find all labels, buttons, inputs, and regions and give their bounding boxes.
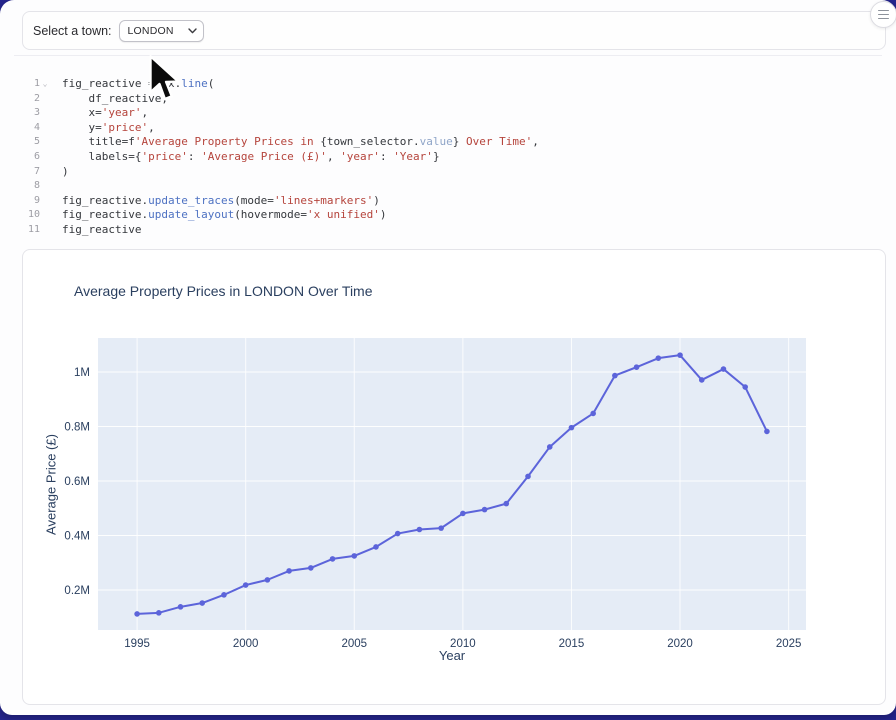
town-selector-label: Select a town: <box>33 24 112 38</box>
code-line: 4 y='price', <box>14 121 874 136</box>
code-line: 10fig_reactive.update_layout(hovermode='… <box>14 208 874 223</box>
code-line: 3 x='year', <box>14 106 874 121</box>
hamburger-icon <box>878 10 889 20</box>
chevron-down-icon <box>188 28 197 34</box>
chart-output-cell: Average Property Prices in LONDON Over T… <box>22 249 886 705</box>
code-line: 6 labels={'price': 'Average Price (£)', … <box>14 150 874 165</box>
svg-text:0.2M: 0.2M <box>64 585 90 597</box>
code-line: 2 df_reactive, <box>14 92 874 107</box>
town-select-dropdown[interactable]: LONDON <box>119 20 204 42</box>
code-line: 1⌄fig_reactive = px.line( <box>14 77 874 92</box>
y-axis-title: Average Price (£) <box>44 339 59 631</box>
code-line: 9fig_reactive.update_traces(mode='lines+… <box>14 194 874 209</box>
mouse-cursor-icon <box>147 54 181 102</box>
code-line: 8 <box>14 179 874 194</box>
svg-text:0.4M: 0.4M <box>64 530 90 542</box>
town-selector-cell: Select a town: LONDON <box>22 11 886 50</box>
svg-text:0.8M: 0.8M <box>64 422 90 434</box>
svg-text:1M: 1M <box>74 367 90 379</box>
code-editor[interactable]: 1⌄fig_reactive = px.line(2 df_reactive,3… <box>14 77 874 238</box>
x-axis-title: Year <box>98 648 806 663</box>
code-line: 5 title=f'Average Property Prices in {to… <box>14 135 874 150</box>
notebook-card: Select a town: LONDON 1⌄fig_reactive = p… <box>0 0 896 715</box>
code-line: 11fig_reactive <box>14 223 874 238</box>
code-line: 7) <box>14 165 874 180</box>
menu-button[interactable] <box>870 1 896 28</box>
town-select-value: LONDON <box>128 25 174 37</box>
svg-text:0.6M: 0.6M <box>64 476 90 488</box>
chart-svg[interactable]: 19952000200520102015202020250.2M0.4M0.6M… <box>23 250 885 704</box>
cell-separator <box>14 55 882 56</box>
